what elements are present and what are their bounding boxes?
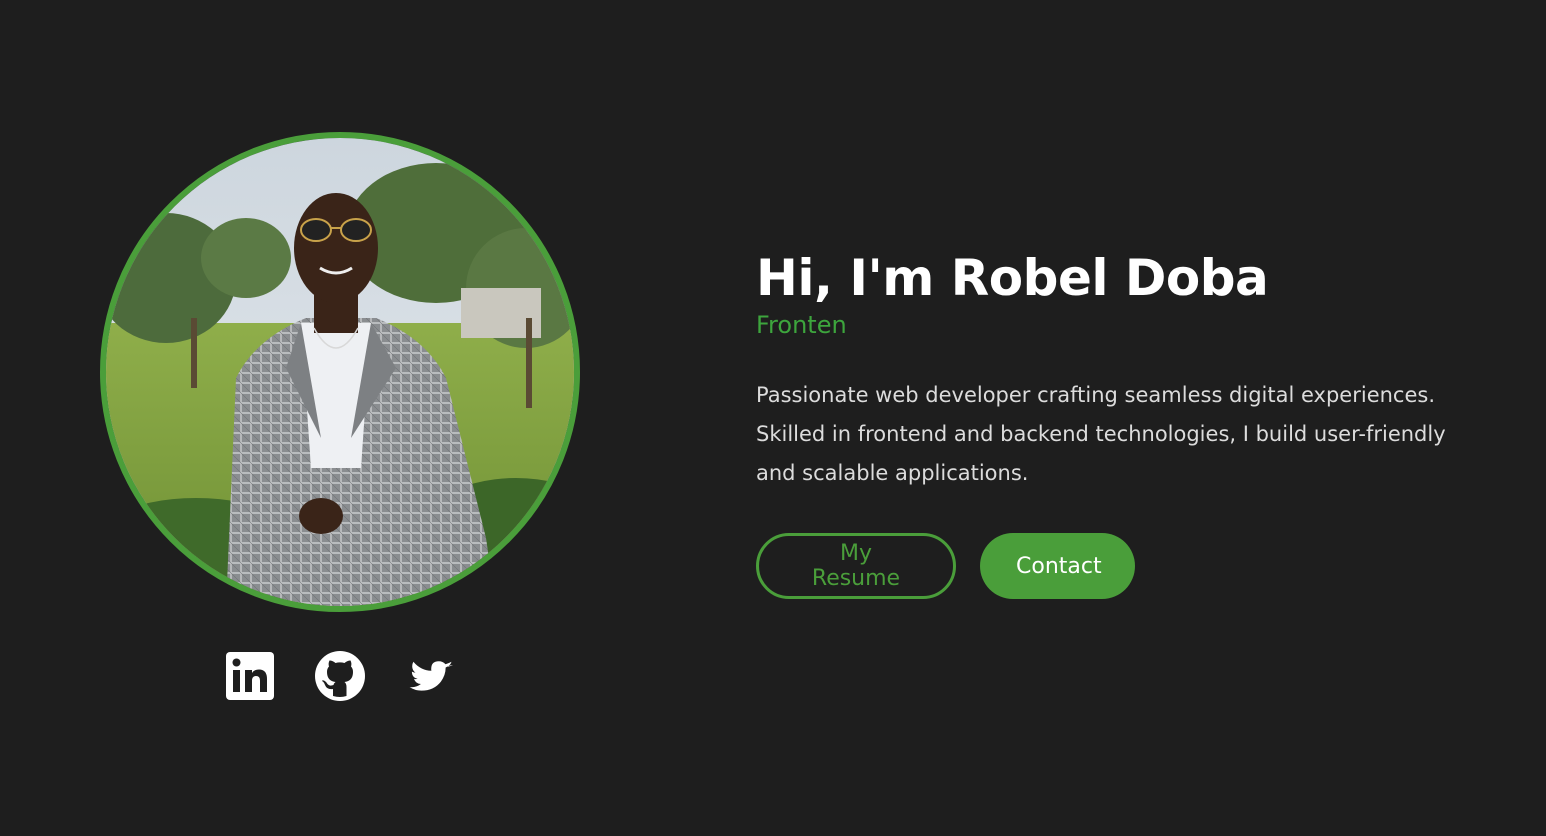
github-link[interactable] [314, 650, 366, 702]
linkedin-link[interactable] [224, 650, 276, 702]
github-icon [315, 651, 365, 701]
hero-role: Fronten [756, 311, 847, 339]
social-links [224, 650, 464, 702]
twitter-icon [409, 661, 453, 691]
hero-actions: My Resume Contact [756, 533, 1476, 599]
profile-photo [100, 132, 580, 612]
hero-section: Hi, I'm Robel Doba Fronten Passionate we… [0, 0, 1546, 836]
profile-photo-image [106, 138, 574, 606]
hero-title: Hi, I'm Robel Doba [756, 249, 1269, 307]
twitter-link[interactable] [404, 650, 456, 702]
resume-button[interactable]: My Resume [756, 533, 956, 599]
contact-button[interactable]: Contact [980, 533, 1135, 599]
linkedin-icon [226, 652, 274, 700]
hero-text: Hi, I'm Robel Doba Fronten Passionate we… [756, 246, 1476, 599]
hero-bio: Passionate web developer crafting seamle… [756, 383, 1446, 485]
